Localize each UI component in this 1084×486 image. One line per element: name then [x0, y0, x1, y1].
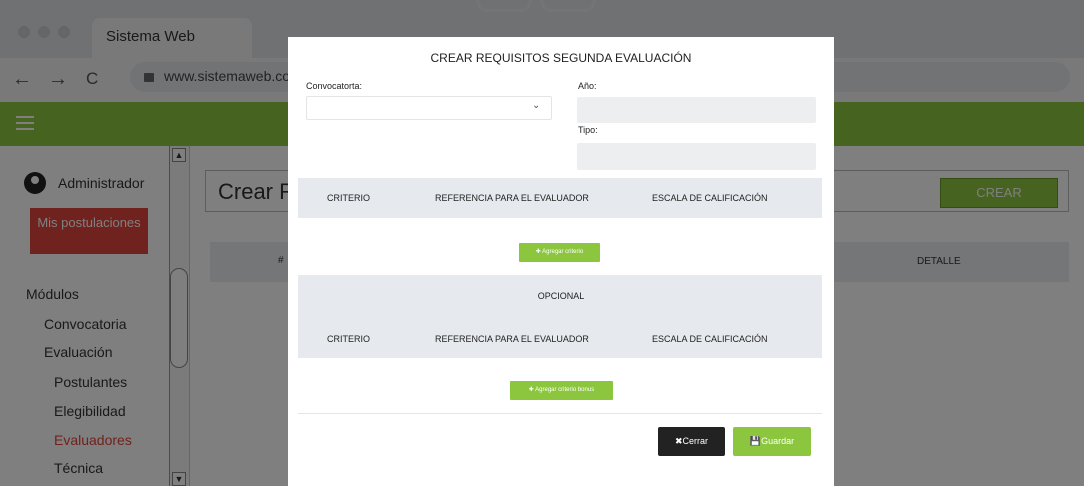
cerrar-button[interactable]: ✖Cerrar — [658, 427, 725, 456]
tipo-label: Tipo: — [578, 125, 598, 135]
opcional-referencia-header: REFERENCIA PARA EL EVALUADOR — [435, 334, 589, 344]
tipo-input[interactable] — [577, 143, 816, 170]
convocatoria-select[interactable] — [306, 96, 552, 120]
agregar-criterio-button[interactable]: ✚ Agregar criterio — [519, 243, 600, 262]
opcional-escala-header: ESCALA DE CALIFICACIÓN — [652, 334, 768, 344]
modal-footer-divider — [298, 413, 822, 414]
escala-header: ESCALA DE CALIFICACIÓN — [652, 193, 768, 203]
anio-label: Año: — [578, 81, 597, 91]
modal-title: CREAR REQUISITOS SEGUNDA EVALUACIÓN — [430, 51, 692, 65]
referencia-header: REFERENCIA PARA EL EVALUADOR — [435, 193, 589, 203]
guardar-button[interactable]: 💾Guardar — [733, 427, 811, 456]
agregar-criterio-bonus-button[interactable]: ✚ Agregar criterio bonus — [510, 381, 613, 400]
chevron-down-icon[interactable]: ⌄ — [532, 100, 540, 111]
criterio-header: CRITERIO — [327, 193, 371, 203]
crear-requisitos-modal: CREAR REQUISITOS SEGUNDA EVALUACIÓN Conv… — [288, 37, 834, 486]
convocatoria-label: Convocatorta: — [306, 81, 363, 91]
opcional-label: OPCIONAL — [537, 291, 585, 301]
opcional-criterio-header: CRITERIO — [327, 334, 371, 344]
opcional-header-block — [298, 275, 822, 358]
anio-input[interactable] — [577, 97, 816, 123]
